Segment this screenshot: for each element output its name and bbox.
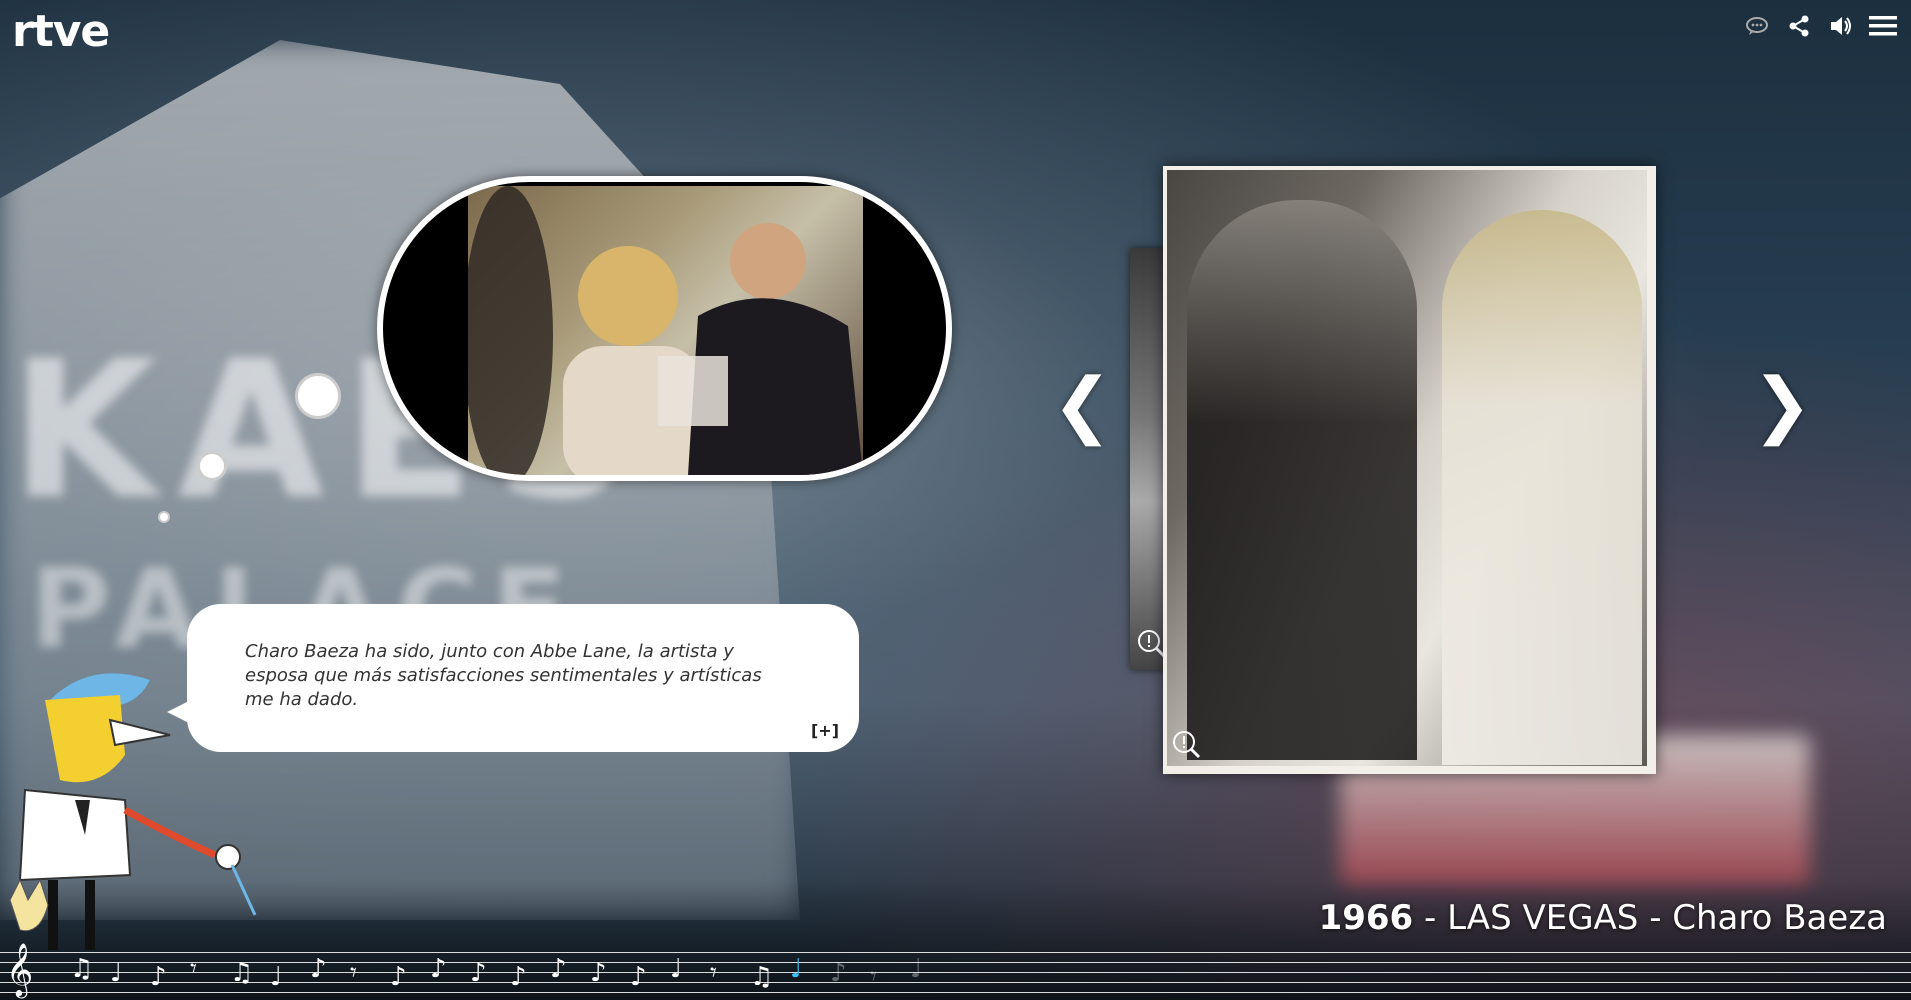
quote-bubble: Charo Baeza ha sido, junto con Abbe Lane…	[167, 604, 859, 752]
scene-caption: 1966 - LAS VEGAS - Charo Baeza	[1319, 898, 1887, 938]
timeline-note[interactable]: ♩	[910, 956, 922, 982]
zoom-icon[interactable]	[1171, 729, 1201, 759]
timeline-note[interactable]: ♩	[270, 964, 282, 990]
thought-dot-large	[295, 373, 341, 419]
photo-woman-figure	[1442, 210, 1642, 765]
chat-icon[interactable]	[1743, 12, 1771, 40]
quote-text: Charo Baeza ha sido, junto con Abbe Lane…	[245, 641, 762, 710]
caption-location-name: - LAS VEGAS - Charo Baeza	[1413, 898, 1887, 938]
gallery-current-photo[interactable]	[1163, 166, 1656, 774]
top-toolbar	[1743, 12, 1897, 40]
thought-dot-medium	[197, 451, 227, 481]
timeline-note[interactable]: 𝄾	[190, 956, 197, 982]
video-frame[interactable]	[463, 186, 863, 475]
menu-icon[interactable]	[1869, 12, 1897, 40]
timeline-note[interactable]: ♪	[550, 956, 567, 982]
timeline-note[interactable]: ♩	[670, 956, 682, 982]
wedding-photo	[1167, 170, 1647, 766]
timeline-note[interactable]: ♫	[70, 956, 93, 982]
timeline-note[interactable]: ♪	[630, 964, 647, 990]
timeline-note[interactable]: 𝄾	[710, 960, 717, 986]
video-player[interactable]	[377, 176, 952, 481]
photo-man-figure	[1187, 200, 1417, 760]
volume-icon[interactable]	[1827, 12, 1855, 40]
zoom-icon[interactable]	[1136, 628, 1166, 658]
timeline-note[interactable]: ♪	[470, 960, 487, 986]
rtve-logo[interactable]: rtve	[12, 6, 110, 57]
timeline-note[interactable]: ♫	[750, 964, 773, 990]
gallery-prev-arrow[interactable]: ❮	[1052, 368, 1112, 440]
more-button[interactable]: [+]	[811, 721, 839, 740]
share-icon[interactable]	[1785, 12, 1813, 40]
timeline-note[interactable]: ♪	[150, 964, 167, 990]
timeline-note[interactable]: ♩	[110, 960, 122, 986]
timeline-note[interactable]: 𝄾	[350, 960, 357, 986]
timeline-note[interactable]: ♫	[230, 960, 253, 986]
timeline-note[interactable]: ♩	[790, 956, 802, 982]
treble-clef-icon: 𝄞	[6, 942, 34, 996]
gallery-next-arrow[interactable]: ❯	[1752, 368, 1812, 440]
timeline-staff[interactable]: 𝄞 ♫ ♩ ♪ 𝄾 ♫ ♩ ♪ 𝄾 ♪ ♪ ♪ ♪ ♪ ♪ ♪ ♩ 𝄾 ♫ ♩ ♪ 𝄾 ♩	[0, 942, 1911, 1000]
timeline-note[interactable]: 𝄾	[870, 964, 877, 990]
timeline-note[interactable]: ♪	[390, 964, 407, 990]
timeline-note[interactable]: ♪	[590, 960, 607, 986]
narrator-character	[0, 660, 280, 960]
timeline-note[interactable]: ♪	[310, 956, 327, 982]
caption-year: 1966	[1318, 898, 1414, 938]
timeline-note[interactable]: ♪	[430, 956, 447, 982]
thought-dot-small	[158, 511, 170, 523]
timeline-note[interactable]: ♪	[510, 964, 527, 990]
timeline-note[interactable]: ♪	[830, 960, 847, 986]
